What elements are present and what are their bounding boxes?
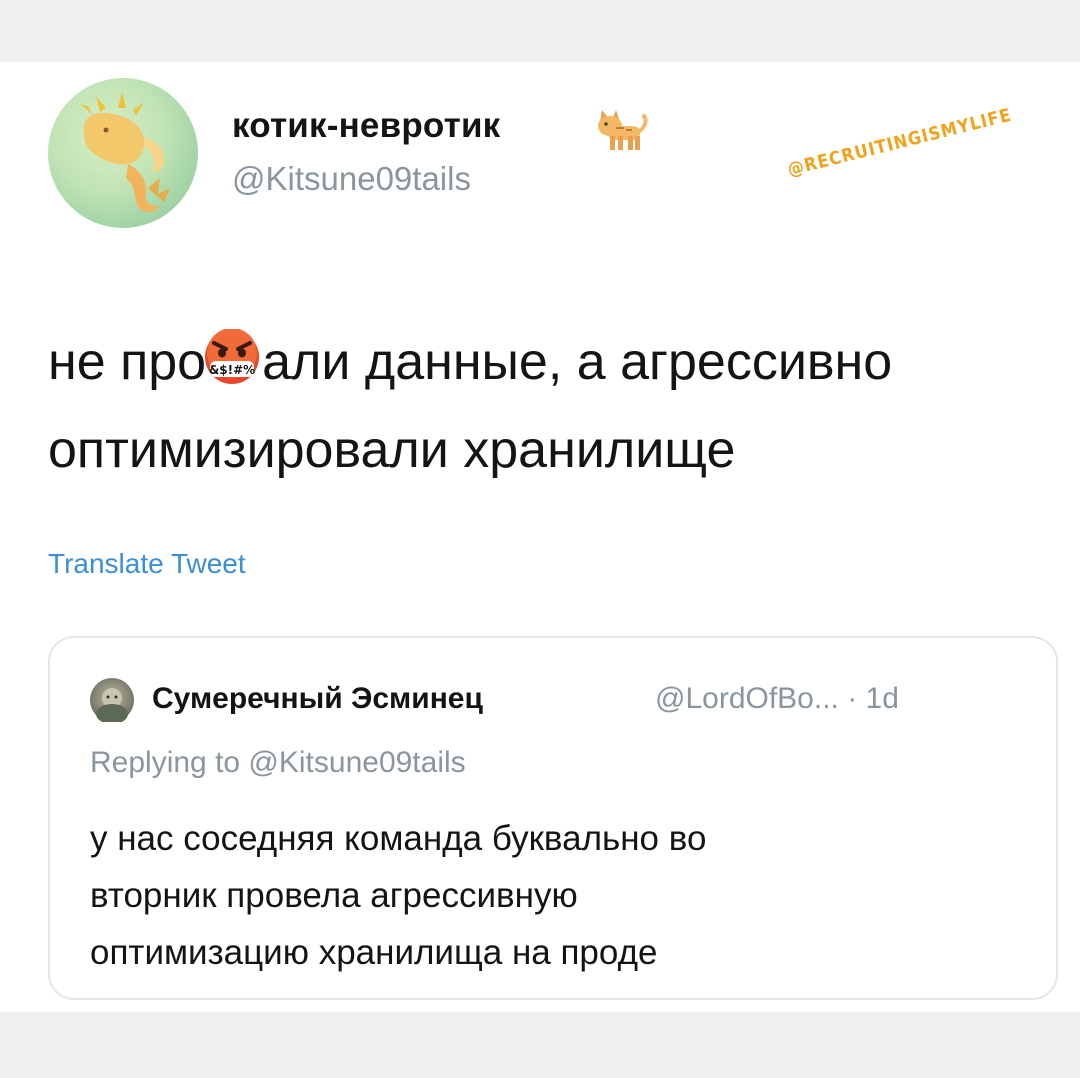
quoted-author-name[interactable]: Сумеречный Эсминец	[152, 682, 483, 716]
fox-avatar-illustration	[80, 92, 170, 212]
quoted-author-handle-time[interactable]: @LordOfBo... · 1d	[655, 682, 899, 716]
tweet-text-line-1: не про &$!#% али данные, а агрессивно	[48, 318, 1048, 406]
tweet-text-segment: али данные, а агрессивно	[262, 333, 893, 391]
tweet-text: не про &$!#% али данные, а агрессивно опти…	[48, 318, 1048, 494]
censor-symbols: &$!#%	[209, 363, 255, 377]
cat-emoji-icon	[590, 104, 650, 156]
author-name[interactable]: котик-невротик	[232, 106, 500, 146]
bottom-margin-band	[0, 1012, 1080, 1078]
quoted-author-avatar[interactable]	[90, 678, 134, 724]
quoted-tweet[interactable]: Сумеречный Эсминец @LordOfBo... · 1d Rep…	[48, 636, 1058, 1000]
quoted-tweet-text: у нас соседняя команда буквально во втор…	[90, 810, 706, 981]
translate-tweet-link[interactable]: Translate Tweet	[48, 548, 246, 580]
quoted-avatar-illustration	[96, 688, 128, 724]
angry-cursing-face-icon: &$!#%	[200, 329, 264, 385]
tweet-text-segment: не про	[48, 333, 207, 391]
top-margin-band	[0, 0, 1080, 62]
author-handle[interactable]: @Kitsune09tails	[232, 160, 471, 198]
tweet-text-line-2: оптимизировали хранилище	[48, 421, 736, 479]
author-avatar[interactable]	[48, 78, 198, 228]
quoted-text-line: вторник провела агрессивную	[90, 876, 578, 915]
quoted-text-line: оптимизацию хранилища на проде	[90, 933, 658, 972]
quoted-text-line: у нас соседняя команда буквально во	[90, 819, 707, 858]
replying-to-label: Replying to @Kitsune09tails	[90, 746, 466, 779]
